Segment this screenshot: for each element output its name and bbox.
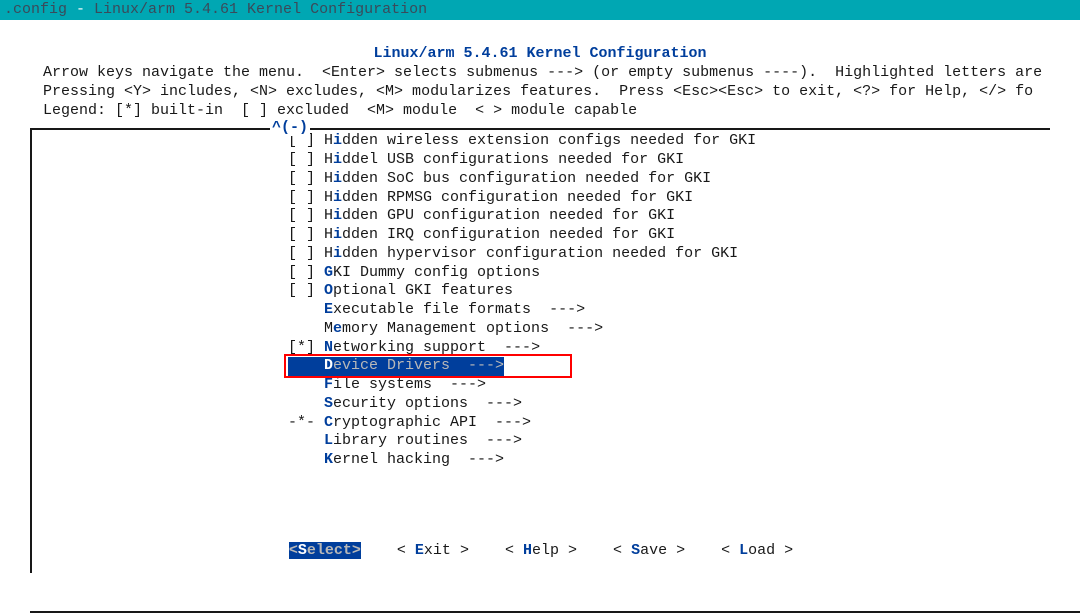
menu-item[interactable]: [*] Networking support ---> — [32, 339, 1050, 358]
menu-item[interactable]: File systems ---> — [32, 376, 1050, 395]
menu-box: ^(-) [ ] Hidden wireless extension confi… — [30, 128, 1050, 573]
menu-item[interactable]: [ ] Hidden wireless extension configs ne… — [32, 132, 1050, 151]
menu-item[interactable]: Memory Management options ---> — [32, 320, 1050, 339]
titlebar-sep: - — [67, 1, 94, 18]
select-button[interactable]: <Select> — [289, 542, 361, 559]
titlebar-title: Linux/arm 5.4.61 Kernel Configuration — [94, 1, 427, 18]
menu-item[interactable]: Kernel hacking ---> — [32, 451, 1050, 470]
menu-item[interactable]: [ ] Hidden GPU configuration needed for … — [32, 207, 1050, 226]
menu-item[interactable]: [ ] Hidden RPMSG configuration needed fo… — [32, 189, 1050, 208]
menu-item[interactable]: Security options ---> — [32, 395, 1050, 414]
page-title: Linux/arm 5.4.61 Kernel Configuration — [30, 45, 1050, 62]
menu-item[interactable]: Library routines ---> — [32, 432, 1050, 451]
menu-item[interactable]: -*- Cryptographic API ---> — [32, 414, 1050, 433]
menu-item[interactable]: [ ] Hidden IRQ configuration needed for … — [32, 226, 1050, 245]
titlebar-prefix: .config — [4, 1, 67, 18]
content: Linux/arm 5.4.61 Kernel Configuration Ar… — [0, 20, 1080, 573]
menu-list[interactable]: [ ] Hidden wireless extension configs ne… — [32, 132, 1050, 470]
menu-item[interactable]: [ ] Optional GKI features — [32, 282, 1050, 301]
help-button[interactable]: < Help > — [505, 542, 577, 559]
menu-item-selected[interactable]: Device Drivers ---> — [32, 357, 1050, 376]
instructions: Arrow keys navigate the menu. <Enter> se… — [34, 64, 1050, 120]
button-bar: <Select> < Exit > < Help > < Save > < Lo… — [32, 542, 1050, 559]
menu-item[interactable]: [ ] Hiddel USB configurations needed for… — [32, 151, 1050, 170]
save-button[interactable]: < Save > — [613, 542, 685, 559]
menu-item[interactable]: Executable file formats ---> — [32, 301, 1050, 320]
window-titlebar: .config - Linux/arm 5.4.61 Kernel Config… — [0, 0, 1080, 20]
exit-button[interactable]: < Exit > — [397, 542, 469, 559]
scroll-up-indicator: ^(-) — [270, 119, 310, 136]
menu-item[interactable]: [ ] Hidden hypervisor configuration need… — [32, 245, 1050, 264]
menu-item[interactable]: [ ] Hidden SoC bus configuration needed … — [32, 170, 1050, 189]
load-button[interactable]: < Load > — [721, 542, 793, 559]
menu-item[interactable]: [ ] GKI Dummy config options — [32, 264, 1050, 283]
